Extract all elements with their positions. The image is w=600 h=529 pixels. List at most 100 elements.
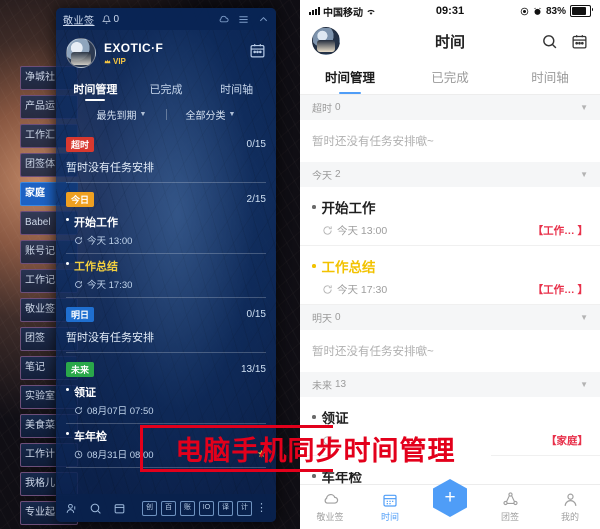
task-title-row: 开始工作 <box>66 214 266 230</box>
task-row[interactable]: 开始工作 今天 13:00 【工作… 】 <box>300 187 600 246</box>
task-row[interactable]: 开始工作今天 13:00 <box>66 210 266 254</box>
task-title: 开始工作 <box>74 217 118 229</box>
cloud-icon[interactable] <box>218 14 229 25</box>
wifi-icon <box>367 9 375 15</box>
task-group-header: 未来 13/15 <box>66 362 266 377</box>
task-title: 车年检 <box>74 431 107 443</box>
bullet-icon <box>312 474 316 478</box>
contacts-icon[interactable] <box>65 502 78 515</box>
quick-tool-icon[interactable]: 账 <box>180 500 195 516</box>
bullet-icon <box>66 217 69 221</box>
task-time: 今天 17:30 <box>337 284 388 296</box>
window-user-bar: EXOTIC·F VIP <box>56 30 276 76</box>
window-tab-0[interactable]: 时间管理 <box>60 76 131 100</box>
person-icon <box>564 493 576 506</box>
task-meta: 今天 17:30 <box>74 277 266 291</box>
avatar[interactable] <box>66 38 96 68</box>
chevron-down-icon: ▼ <box>580 170 588 179</box>
task-title-row: 领证 <box>312 407 588 427</box>
repeat-clock-icon <box>75 280 82 288</box>
task-group-header: 今日 2/15 <box>66 192 266 207</box>
quick-tool-icon[interactable]: 创 <box>142 500 157 516</box>
group-count: 0/15 <box>246 309 266 320</box>
category-filter-label: 全部分类 <box>185 111 226 122</box>
task-title-row: 领证 <box>66 384 266 400</box>
sort-filter[interactable]: 最先到期 ▼ <box>78 107 166 122</box>
team-icon <box>502 492 518 506</box>
chevron-down-icon: ▼ <box>139 111 147 118</box>
task-group-header: 超时 0/15 <box>66 137 266 152</box>
category-tag: 【工作… 】 <box>532 225 588 237</box>
search-icon[interactable] <box>541 33 558 50</box>
nav-item-label: 团签 <box>500 512 519 522</box>
task-title: 工作总结 <box>74 261 118 273</box>
window-tabs: 时间管理 已完成 时间轴 <box>56 76 276 100</box>
section-header[interactable]: 今天 2 ▼ <box>300 162 600 187</box>
phone-statusbar: 中国移动 09:31 83% <box>300 0 600 22</box>
section-label: 未来 <box>312 381 332 392</box>
group-count: 2/15 <box>246 194 266 205</box>
nav-item-团签[interactable]: 团签 <box>480 491 540 523</box>
category-filter[interactable]: 全部分类 ▼ <box>167 107 255 122</box>
chevron-up-icon[interactable] <box>258 14 269 25</box>
chevron-down-icon: ▼ <box>228 111 236 118</box>
quick-tool-icon[interactable]: 计 <box>237 500 252 516</box>
empty-state-text: 暂时还没有任务安排噷~ <box>312 346 434 358</box>
category-tag: 【家庭】 <box>546 435 588 447</box>
nav-item-我的[interactable]: 我的 <box>540 491 600 523</box>
task-time: 08月07日 07:50 <box>87 406 154 417</box>
window-tab-2[interactable]: 时间轴 <box>201 76 272 100</box>
window-filter-bar: 最先到期 ▼ 全部分类 ▼ <box>56 100 276 128</box>
task-time: 今天 13:00 <box>87 236 133 247</box>
empty-state-text: 暂时还没有任务安排噷~ <box>312 136 434 148</box>
empty-state-text: 暂时没有任务安排 <box>66 325 266 353</box>
task-title: 工作总结 <box>321 260 376 275</box>
calendar-icon[interactable] <box>113 502 126 515</box>
section-header[interactable]: 明天 0 ▼ <box>300 305 600 330</box>
menu-icon[interactable] <box>238 14 249 25</box>
bullet-icon <box>312 264 316 268</box>
nav-item-label: 时间 <box>380 512 399 522</box>
task-row[interactable]: 工作总结今天 17:30 【工作… 】 <box>300 246 600 305</box>
quick-tool-icon[interactable]: 百 <box>161 500 176 516</box>
nav-item-时间[interactable]: 时间 <box>360 491 420 523</box>
phone-tab-0[interactable]: 时间管理 <box>300 60 400 94</box>
section-header[interactable]: 未来 13 ▼ <box>300 372 600 397</box>
section-header[interactable]: 超时 0 ▼ <box>300 95 600 120</box>
annotation-text: 电脑手机同步时间管理 <box>175 436 456 466</box>
bullet-icon <box>66 387 69 391</box>
phone-tab-1[interactable]: 已完成 <box>400 60 500 94</box>
repeat-clock-icon <box>75 406 82 414</box>
section-label: 明天 <box>312 314 332 325</box>
task-title-row: 开始工作 <box>312 197 588 217</box>
nav-item-敬业签[interactable]: 敬业签 <box>300 491 360 523</box>
phone-tab-2[interactable]: 时间轴 <box>500 60 600 94</box>
group-tag: 明日 <box>66 307 95 322</box>
more-vertical-icon[interactable]: ⋮ <box>256 503 267 514</box>
notification-bell[interactable]: 0 <box>101 14 119 25</box>
task-title: 领证 <box>321 411 349 426</box>
bell-icon <box>101 14 111 24</box>
battery-percent-label: 83% <box>545 5 566 17</box>
calendar-icon <box>250 44 265 58</box>
task-meta: 今天 13:00 <box>74 233 266 247</box>
chevron-down-icon: ▼ <box>580 103 588 112</box>
task-title: 开始工作 <box>321 201 376 216</box>
bullet-icon <box>66 431 69 435</box>
task-title-row: 工作总结 <box>312 256 588 276</box>
calendar-button[interactable] <box>249 42 266 64</box>
task-row[interactable]: 工作总结今天 17:30 <box>66 254 266 298</box>
vip-badge: VIP <box>104 57 163 66</box>
search-icon[interactable] <box>89 502 102 515</box>
quick-tool-icon[interactable]: IO <box>199 500 214 516</box>
window-tab-1[interactable]: 已完成 <box>131 76 202 100</box>
task-meta: 今天 17:30 【工作… 】 <box>322 282 588 297</box>
section-label: 超时 <box>312 104 332 115</box>
vip-label: VIP <box>113 56 126 66</box>
calendar-icon[interactable] <box>571 33 588 50</box>
window-titlebar[interactable]: 敬业签 0 <box>56 8 276 30</box>
quick-tool-icon[interactable]: 译 <box>218 500 233 516</box>
task-time: 今天 17:30 <box>87 280 133 291</box>
task-row[interactable]: 领证 08月07日 07:50 <box>66 380 266 424</box>
annotation-callout: 电脑手机同步时间管理 <box>140 425 491 472</box>
